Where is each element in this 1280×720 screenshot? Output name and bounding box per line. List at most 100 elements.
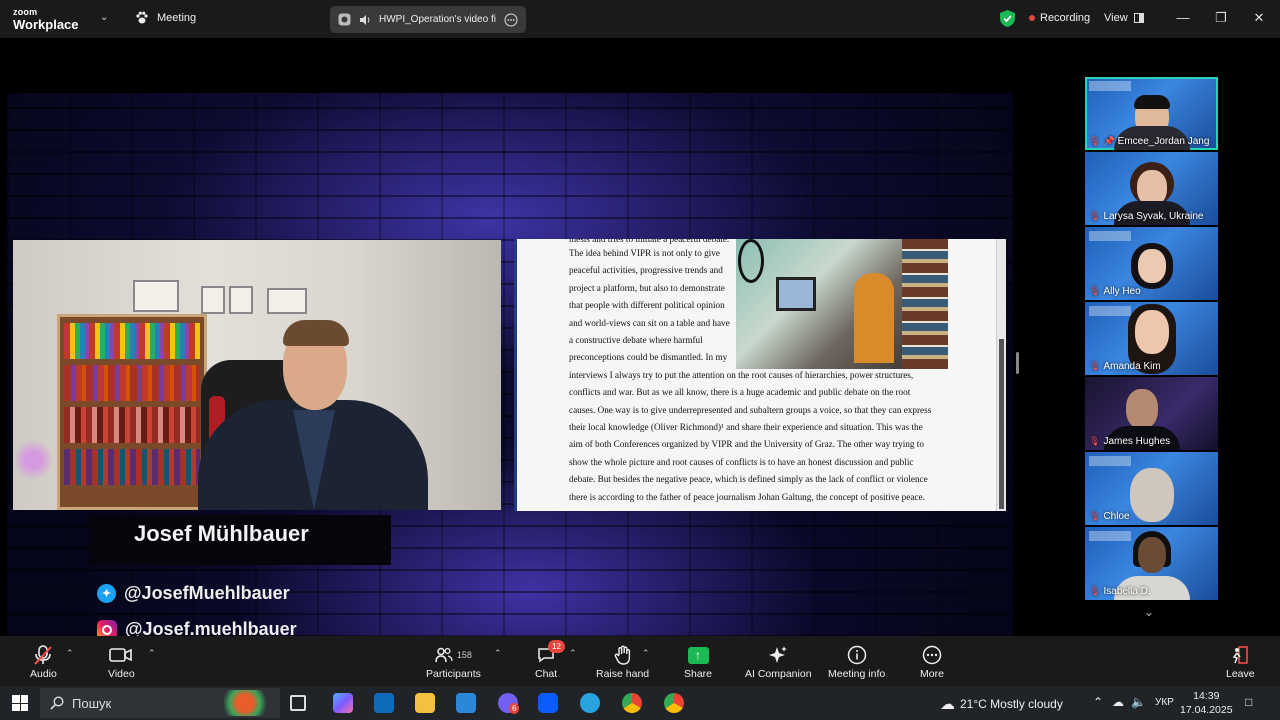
panel-resize-handle[interactable]: [1016, 352, 1019, 374]
shared-content-pill[interactable]: HWPI_Operation's video file: [330, 6, 526, 33]
raise-hand-label: Raise hand: [596, 668, 650, 680]
participant-tile[interactable]: 🎙 Amanda Kim: [1085, 302, 1218, 375]
system-clock[interactable]: 14:39 17.04.2025: [1180, 689, 1233, 717]
participant-label: 🎙 Amanda Kim: [1089, 361, 1161, 372]
speaker-hair: [283, 320, 349, 346]
network-icon[interactable]: ☁: [1112, 695, 1124, 709]
participant-tile[interactable]: 🎙 Ally Heo: [1085, 227, 1218, 300]
share-screen-icon: ↑: [687, 644, 709, 666]
video-button[interactable]: Video: [108, 644, 135, 680]
copilot-icon[interactable]: [333, 693, 353, 713]
doc-line: preconceptions could be dismantled. In m…: [569, 352, 728, 363]
info-icon: [847, 644, 867, 666]
wall-frame: [229, 286, 253, 314]
twitter-handle: @JosefMuehlbauer: [124, 583, 290, 603]
view-button[interactable]: View: [1104, 12, 1144, 24]
meeting-toolbar: Audio ⌃ Video ⌃ 158 Participants ⌃ 12 Ch…: [0, 636, 1280, 686]
mic-muted-icon: 🎙: [1089, 286, 1101, 296]
taskbar-search-box[interactable]: Пошук: [40, 688, 280, 718]
share-button[interactable]: ↑ Share: [684, 644, 712, 680]
zoom-app-icon[interactable]: [538, 693, 558, 713]
photo-bookshelf: [902, 239, 948, 369]
virtual-bg-text: [1089, 81, 1131, 91]
participant-name: Isabella D.: [1103, 586, 1151, 597]
share-screen-icon: [338, 13, 351, 26]
virtual-bg-text: [1089, 531, 1131, 541]
participant-tile[interactable]: 🎙 James Hughes: [1085, 377, 1218, 450]
show-hidden-icons-chevron-icon[interactable]: ⌃: [1093, 695, 1103, 709]
recording-label: Recording: [1040, 12, 1091, 24]
paw-icon: [136, 11, 148, 24]
participants-button[interactable]: 158 Participants: [426, 644, 481, 680]
reactions-caret-icon[interactable]: ⌃: [642, 648, 650, 659]
file-explorer-icon[interactable]: [415, 693, 435, 713]
document-photo: [736, 239, 948, 369]
document-scrollbar[interactable]: [996, 239, 1006, 511]
outlook-icon[interactable]: [374, 693, 394, 713]
viber-icon[interactable]: 6: [498, 693, 520, 714]
grid-view-icon: [1133, 13, 1144, 23]
meeting-info-button[interactable]: Meeting info: [828, 644, 885, 680]
chrome-icon[interactable]: [622, 693, 642, 713]
weather-widget[interactable]: ☁ 21°C Mostly cloudy: [940, 695, 1063, 713]
participant-name: Larysa Syvak, Ukraine: [1103, 211, 1204, 222]
audio-options-caret-icon[interactable]: ⌃: [66, 648, 74, 659]
viber-badge: 6: [509, 703, 520, 714]
ai-companion-button[interactable]: AI Companion: [745, 644, 812, 680]
chrome-profile-icon[interactable]: [664, 693, 684, 713]
volume-icon[interactable]: 🔈: [1131, 695, 1146, 709]
windows-start-icon[interactable]: [12, 695, 28, 711]
photo-monitor: [776, 277, 816, 311]
participants-options-caret-icon[interactable]: ⌃: [494, 648, 502, 659]
maximize-icon[interactable]: ❐: [1211, 8, 1231, 28]
task-view-icon[interactable]: [290, 695, 306, 711]
mic-muted-icon: 🎙: [1089, 586, 1101, 596]
shield-check-icon[interactable]: [1000, 10, 1015, 27]
participant-tile[interactable]: 🎙 📌 Emcee_Jordan Jang: [1085, 77, 1218, 150]
close-icon[interactable]: ✕: [1249, 8, 1269, 28]
gallery-scroll-down-icon[interactable]: ⌄: [1144, 605, 1154, 619]
telegram-icon[interactable]: [580, 693, 600, 713]
audio-button[interactable]: Audio: [30, 644, 57, 680]
chevron-down-icon[interactable]: ⌄: [100, 12, 108, 23]
meeting-info-label: Meeting info: [828, 668, 886, 680]
leave-label: Leave: [1226, 668, 1255, 680]
language-indicator[interactable]: УКР: [1155, 697, 1174, 708]
minimize-icon[interactable]: —: [1173, 8, 1193, 28]
chat-button[interactable]: 12 Chat: [535, 640, 565, 680]
participant-tile[interactable]: 🎙 Larysa Syvak, Ukraine: [1085, 152, 1218, 225]
more-options-icon[interactable]: [504, 13, 518, 27]
leave-button[interactable]: Leave: [1226, 644, 1255, 680]
doc-line: interviews I always try to put the atten…: [569, 369, 914, 380]
participant-label: 🎙 Larysa Syvak, Ukraine: [1089, 211, 1203, 222]
pin-icon: 📌: [1103, 136, 1115, 146]
chat-options-caret-icon[interactable]: ⌃: [569, 648, 577, 659]
speaker-camera-feed: [13, 240, 501, 510]
microsoft-store-icon[interactable]: [456, 693, 476, 713]
more-label: More: [920, 668, 944, 680]
participant-hair: [1133, 95, 1170, 109]
shared-document[interactable]: thesis and tries to initiate a peaceful …: [514, 239, 1006, 511]
more-button[interactable]: More: [920, 644, 944, 680]
leave-door-icon: [1230, 644, 1250, 666]
recording-indicator[interactable]: Recording: [1029, 12, 1090, 24]
participant-label: 🎙 📌 Emcee_Jordan Jang: [1089, 136, 1209, 147]
mic-muted-icon: 🎙: [1089, 361, 1101, 371]
participant-face: [1125, 389, 1158, 429]
meeting-menu-button[interactable]: Meeting: [135, 11, 196, 25]
participant-name: Ally Heo: [1103, 286, 1141, 297]
doc-line: The idea behind VIPR is not only to give: [569, 248, 720, 258]
participant-tile[interactable]: 🎙 Isabella D.: [1085, 527, 1218, 600]
search-icon: [50, 696, 64, 710]
mic-muted-icon: 🎙: [1089, 136, 1101, 146]
orchid-plant: [13, 440, 53, 480]
participants-label: Participants: [426, 668, 481, 680]
video-options-caret-icon[interactable]: ⌃: [148, 648, 156, 659]
participant-tile[interactable]: 🎙 Chloe: [1085, 452, 1218, 525]
participant-label: 🎙 Ally Heo: [1089, 286, 1141, 297]
mic-muted-icon: [32, 644, 54, 666]
doc-line: and world-views can sit on a table and h…: [569, 317, 730, 328]
notifications-icon[interactable]: □: [1245, 695, 1252, 709]
speaker-icon[interactable]: [359, 14, 371, 26]
doc-line: a constructive debate where harmful: [569, 335, 703, 346]
